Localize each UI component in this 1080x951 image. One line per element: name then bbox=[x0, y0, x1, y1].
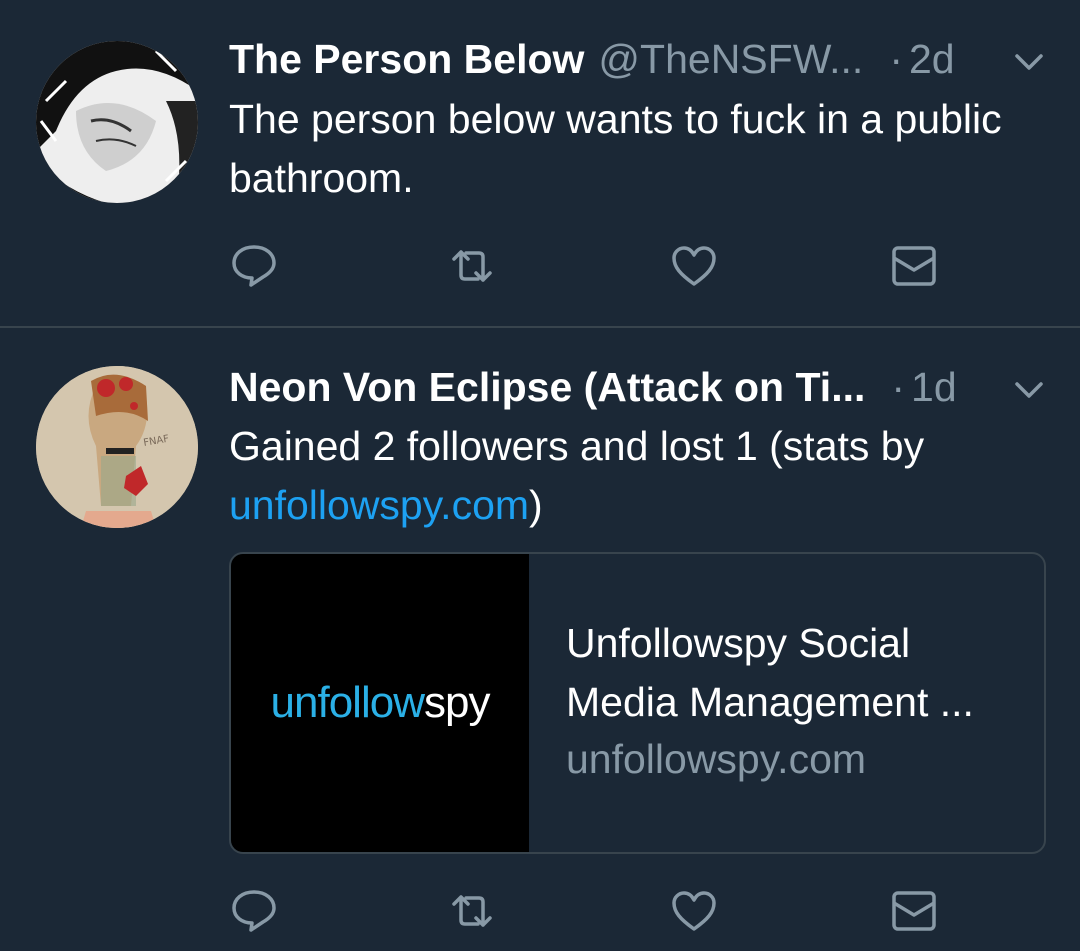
tweet-actions bbox=[230, 888, 950, 934]
display-name[interactable]: Neon Von Eclipse (Attack on Ti... bbox=[229, 364, 865, 411]
tweet-link[interactable]: unfollowspy.com bbox=[229, 482, 529, 528]
tweet-text: Gained 2 followers and lost 1 (stats by … bbox=[229, 417, 1019, 535]
card-title: Unfollowspy Social Media Management ... bbox=[566, 620, 974, 725]
timestamp[interactable]: 2d bbox=[909, 36, 955, 83]
link-card[interactable]: unfollowspy Unfollowspy Social Media Man… bbox=[229, 552, 1046, 854]
tweet-text-part: ) bbox=[529, 482, 543, 528]
chevron-down-icon[interactable] bbox=[1012, 50, 1046, 74]
like-icon[interactable] bbox=[670, 243, 718, 289]
avatar[interactable]: FNAF bbox=[36, 366, 198, 528]
unfollowspy-logo: unfollowspy bbox=[270, 678, 491, 727]
tweet-header: The Person Below @TheNSFW... · 2d bbox=[229, 36, 955, 86]
separator-dot: · bbox=[889, 36, 903, 82]
like-icon[interactable] bbox=[670, 888, 718, 934]
chevron-down-icon[interactable] bbox=[1012, 378, 1046, 402]
display-name[interactable]: The Person Below bbox=[229, 36, 584, 83]
timestamp[interactable]: 1d bbox=[911, 364, 957, 411]
reply-icon[interactable] bbox=[230, 243, 278, 289]
card-domain: unfollowspy.com bbox=[566, 736, 867, 782]
direct-message-icon[interactable] bbox=[890, 243, 938, 289]
username[interactable]: @TheNSFW... bbox=[598, 36, 863, 83]
avatar[interactable] bbox=[36, 41, 198, 203]
tweet-header: Neon Von Eclipse (Attack on Ti... · 1d bbox=[229, 364, 957, 414]
reply-icon[interactable] bbox=[230, 888, 278, 934]
direct-message-icon[interactable] bbox=[890, 888, 938, 934]
tweet-text-part: Gained 2 followers and lost 1 (stats by bbox=[229, 423, 925, 469]
tweet-actions bbox=[230, 243, 950, 289]
card-thumbnail: unfollowspy bbox=[231, 554, 529, 852]
tweet[interactable]: The Person Below @TheNSFW... · 2d The pe… bbox=[0, 0, 1080, 328]
tweet-text: The person below wants to fuck in a publ… bbox=[229, 96, 1002, 201]
retweet-icon[interactable] bbox=[448, 243, 496, 289]
separator-dot: · bbox=[891, 364, 906, 410]
tweet[interactable]: FNAF Neon Von Eclipse (Attack on Ti... ·… bbox=[0, 328, 1080, 951]
retweet-icon[interactable] bbox=[448, 888, 496, 934]
